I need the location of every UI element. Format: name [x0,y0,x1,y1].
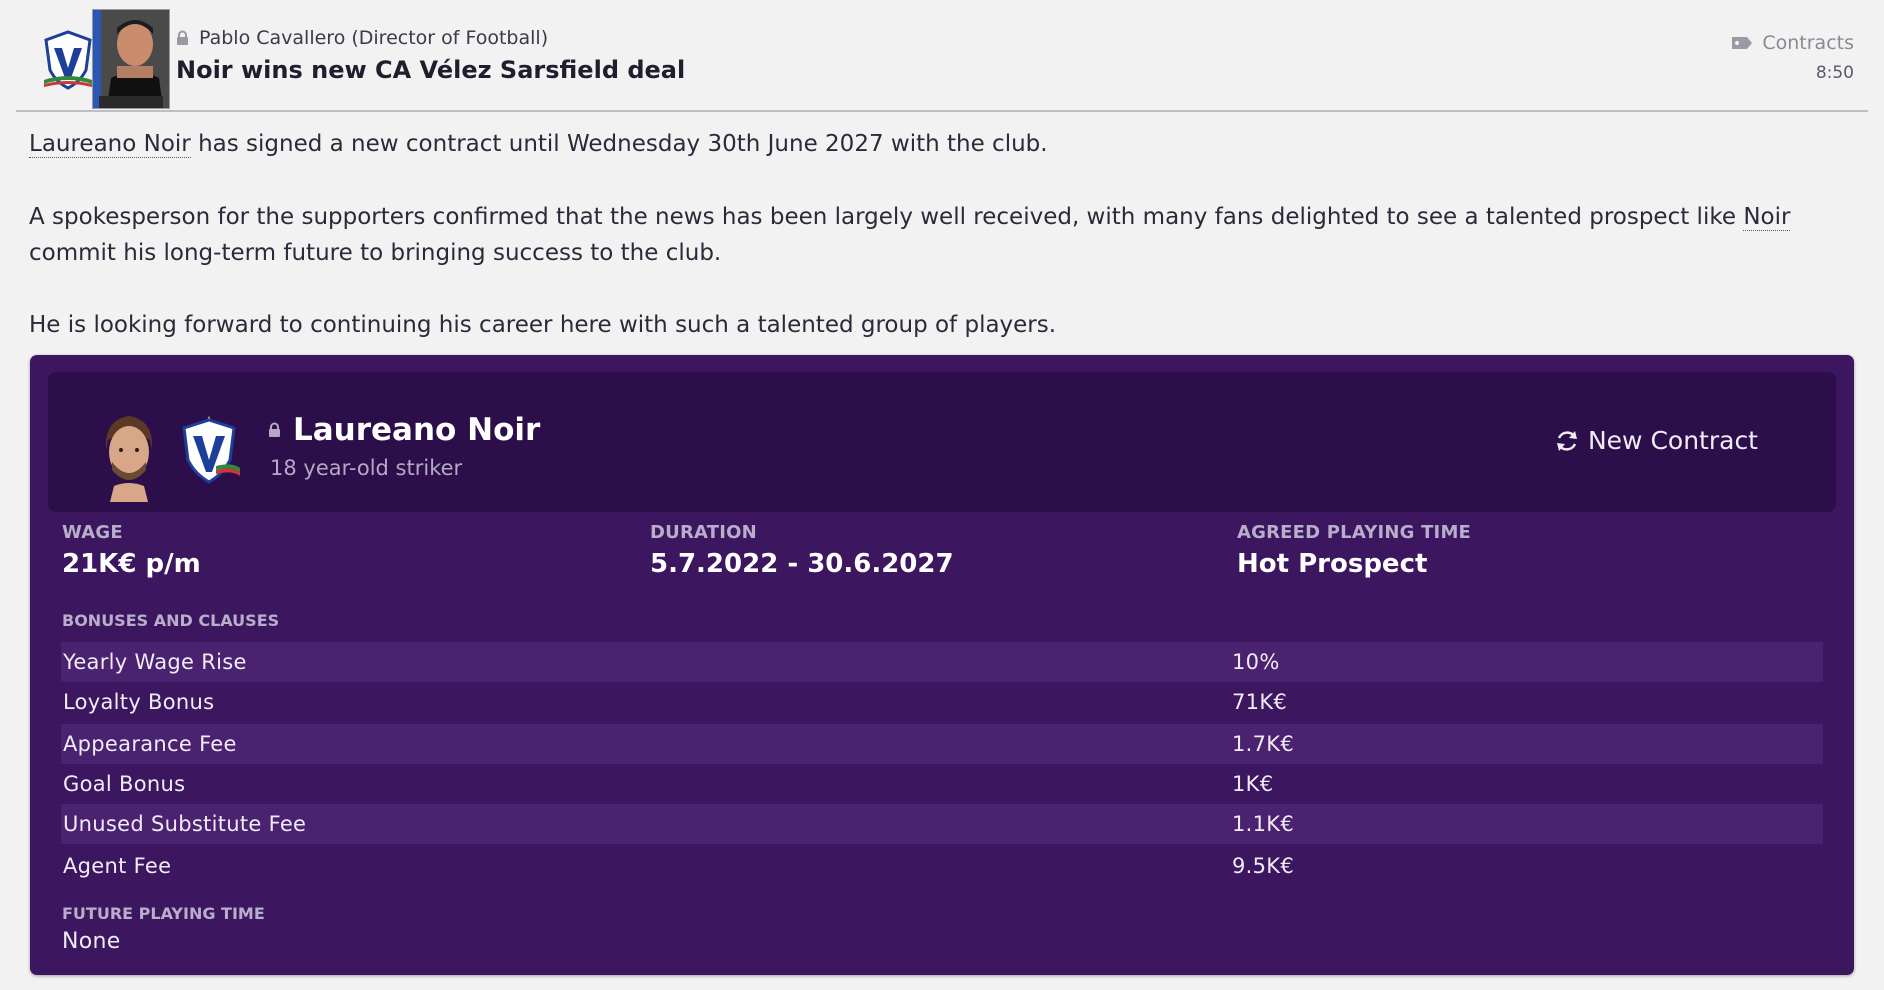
clause-value: 1.7K€ [1232,732,1295,756]
wage-value: 21K€ p/m [62,549,201,579]
paragraph-2: A spokesperson for the supporters confir… [29,199,1859,271]
clause-row: Agent Fee 9.5K€ [61,846,1823,886]
sender-photo[interactable] [92,9,170,109]
clause-name: Yearly Wage Rise [63,650,247,674]
message-time: 8:50 [1815,63,1854,83]
player-panel: Laureano Noir 18 year-old striker New Co… [48,372,1836,512]
clause-name: Goal Bonus [63,772,186,796]
clause-value: 1.1K€ [1232,812,1295,836]
player-description: 18 year-old striker [270,456,463,480]
bonuses-label: BONUSES AND CLAUSES [62,611,280,630]
paragraph-3: He is looking forward to continuing his … [29,312,1057,338]
clause-value: 71K€ [1232,690,1288,714]
player-face-image[interactable] [100,410,158,502]
message-headline: Noir wins new CA Vélez Sarsfield deal [176,56,686,84]
refresh-icon [1556,430,1577,451]
future-playing-time-value: None [62,929,121,954]
clause-value: 9.5K€ [1232,854,1295,878]
sender-line: Pablo Cavallero (Director of Football) [176,27,548,49]
duration-label: DURATION [650,522,757,543]
velez-sarsfield-crest-icon[interactable] [176,414,242,486]
lock-icon [269,422,280,437]
playing-time-value: Hot Prospect [1237,549,1428,579]
playing-time-label: AGREED PLAYING TIME [1237,522,1472,543]
paragraph-2-text-b: commit his long-term future to bringing … [29,240,722,266]
clause-row: Loyalty Bonus 71K€ [61,682,1823,722]
header-divider [16,110,1868,112]
wage-label: WAGE [62,522,123,543]
sender-name[interactable]: Pablo Cavallero (Director of Football) [199,27,548,49]
duration-value: 5.7.2022 - 30.6.2027 [650,549,954,579]
player-name-line: Laureano Noir [268,412,540,448]
player-name[interactable]: Laureano Noir [293,412,540,448]
clause-value: 10% [1232,650,1280,674]
clause-row: Goal Bonus 1K€ [61,764,1823,804]
clause-row: Unused Substitute Fee 1.1K€ [61,804,1823,844]
clause-row: Appearance Fee 1.7K€ [61,724,1823,764]
clause-name: Agent Fee [63,854,172,878]
sender-portrait-image [93,10,169,108]
lock-icon [177,30,188,45]
category-label: Contracts [1762,32,1854,54]
message-header: Pablo Cavallero (Director of Football) N… [0,0,1884,112]
player-link-short[interactable]: Noir [1743,204,1791,231]
contract-card: Laureano Noir 18 year-old striker New Co… [30,355,1854,975]
new-contract-label: New Contract [1587,426,1758,455]
paragraph-1-text: has signed a new contract until Wednesda… [190,131,1048,157]
paragraph-1: Laureano Noir has signed a new contract … [29,126,1859,162]
clause-name: Appearance Fee [63,732,237,756]
clause-name: Loyalty Bonus [63,690,215,714]
new-contract-button[interactable]: New Contract [1554,426,1758,455]
future-playing-time-label: FUTURE PLAYING TIME [62,904,265,923]
paragraph-2-text-a: A spokesperson for the supporters confir… [29,204,1744,230]
player-link[interactable]: Laureano Noir [29,131,191,158]
velez-sarsfield-crest-icon[interactable] [40,30,96,90]
message-category[interactable]: Contracts [1730,32,1854,54]
clause-row: Yearly Wage Rise 10% [61,642,1823,682]
clause-name: Unused Substitute Fee [63,812,307,836]
clause-value: 1K€ [1232,772,1274,796]
tag-icon [1732,37,1753,49]
